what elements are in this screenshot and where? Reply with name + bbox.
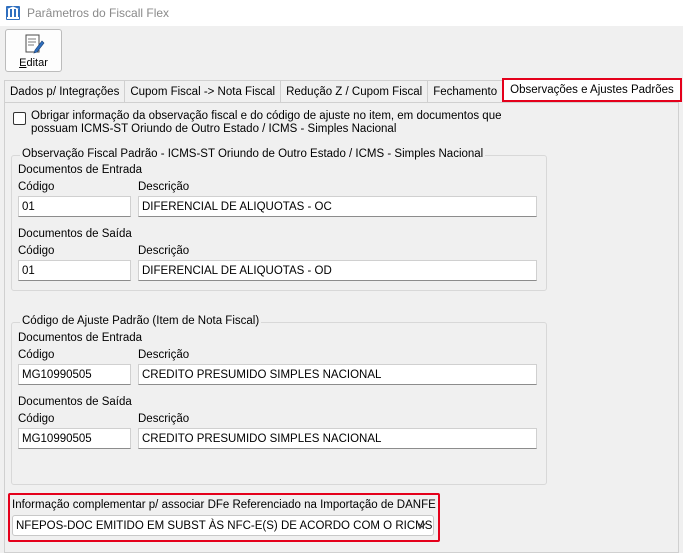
tab-strip: Dados p/ Integrações Cupom Fiscal -> Not… (4, 78, 682, 102)
obs-saida-codigo-field[interactable]: 01 (18, 260, 131, 281)
complementar-selected-value: NFEPOS-DOC EMITIDO EM SUBST ÀS NFC-E(S) … (16, 519, 433, 532)
obs-entrada-codigo-field[interactable]: 01 (18, 196, 131, 217)
chevron-down-icon (418, 523, 426, 528)
obrigar-info-label: Obrigar informação da observação fiscal … (31, 110, 502, 135)
ajuste-saida-descricao-field[interactable]: CREDITO PRESUMIDO SIMPLES NACIONAL (138, 428, 537, 449)
tab-fechamento[interactable]: Fechamento (427, 80, 504, 102)
edit-button[interactable]: Editar (5, 29, 62, 72)
window-title: Parâmetros do Fiscall Flex (27, 6, 170, 20)
ajuste-saida-codigo-label: Código (18, 413, 55, 425)
obs-entrada-heading: Documentos de Entrada (18, 164, 143, 176)
obs-entrada-descricao-label: Descrição (138, 181, 190, 193)
obs-entrada-codigo-label: Código (18, 181, 55, 193)
obs-saida-descricao-field[interactable]: DIFERENCIAL DE ALIQUOTAS - OD (138, 260, 537, 281)
obs-saida-heading: Documentos de Saída (18, 228, 132, 240)
tab-reducao-z-cupom-fiscal[interactable]: Redução Z / Cupom Fiscal (280, 80, 429, 102)
ajuste-entrada-heading: Documentos de Entrada (18, 332, 143, 344)
obs-entrada-descricao-field[interactable]: DIFERENCIAL DE ALIQUOTAS - OC (138, 196, 537, 217)
codigo-ajuste-group-title: Código de Ajuste Padrão (Item de Nota Fi… (20, 315, 262, 327)
tabs-container: Dados p/ Integrações Cupom Fiscal -> Not… (0, 76, 683, 553)
tab-cupom-fiscal-nota-fiscal[interactable]: Cupom Fiscal -> Nota Fiscal (124, 80, 282, 102)
ajuste-entrada-descricao-field[interactable]: CREDITO PRESUMIDO SIMPLES NACIONAL (138, 364, 537, 385)
obrigar-info-checkbox[interactable] (13, 112, 26, 125)
observacao-fiscal-group-title: Observação Fiscal Padrão - ICMS-ST Oriun… (20, 148, 486, 160)
tab-observacoes-ajustes-padroes[interactable]: Observações e Ajustes Padrões (502, 78, 682, 102)
ajuste-saida-codigo-field[interactable]: MG10990505 (18, 428, 131, 449)
ajuste-entrada-descricao-label: Descrição (138, 349, 190, 361)
tab-panel-observacoes: Obrigar informação da observação fiscal … (4, 102, 679, 553)
ajuste-entrada-codigo-label: Código (18, 349, 55, 361)
edit-button-label: Editar (19, 57, 48, 69)
tab-dados-integracoes[interactable]: Dados p/ Integrações (4, 80, 126, 102)
complementar-label: Informação complementar p/ associar DFe … (12, 499, 436, 511)
ajuste-entrada-codigo-field[interactable]: MG10990505 (18, 364, 131, 385)
obs-saida-codigo-label: Código (18, 245, 55, 257)
ajuste-saida-descricao-label: Descrição (138, 413, 190, 425)
building-icon (6, 6, 20, 20)
toolbar: Editar (0, 26, 683, 76)
complementar-select[interactable]: NFEPOS-DOC EMITIDO EM SUBST ÀS NFC-E(S) … (12, 515, 434, 536)
title-bar: Parâmetros do Fiscall Flex (0, 0, 683, 26)
edit-document-icon (25, 34, 44, 54)
obrigar-info-checkbox-row[interactable]: Obrigar informação da observação fiscal … (13, 110, 531, 136)
obs-saida-descricao-label: Descrição (138, 245, 190, 257)
ajuste-saida-heading: Documentos de Saída (18, 396, 132, 408)
